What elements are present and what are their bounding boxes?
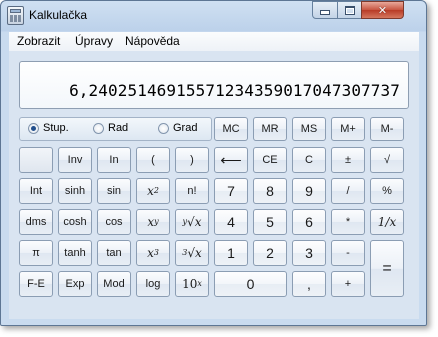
cube-root-index: 3 (182, 247, 188, 257)
calculator-app-icon[interactable] (7, 6, 24, 25)
menu-edit[interactable]: Úpravy (75, 34, 113, 48)
cube-root-var: x (194, 246, 202, 260)
radio-grads-label: Grad (173, 122, 198, 134)
cube-base: x (147, 246, 154, 260)
factorial-button[interactable]: n! (175, 178, 209, 204)
open-paren-button[interactable]: ( (136, 147, 170, 173)
angle-unit-group: Stup. Rad Grad (19, 117, 212, 141)
digit-7-button[interactable]: 7 (214, 178, 248, 204)
clear-entry-button[interactable]: CE (253, 147, 287, 173)
power-exponent: y (154, 216, 159, 226)
memory-clear-button[interactable]: MC (214, 117, 248, 141)
close-paren-button[interactable]: ) (175, 147, 209, 173)
backspace-icon: ⟵ (220, 152, 242, 169)
menu-view[interactable]: Zobrazit (17, 34, 60, 48)
y-root-button[interactable]: y √ x (175, 209, 209, 235)
minimize-button[interactable] (312, 1, 338, 19)
radio-degrees-label: Stup. (43, 122, 69, 134)
plus-button[interactable]: + (331, 271, 365, 297)
radio-degrees-indicator[interactable] (28, 122, 39, 134)
power-button[interactable]: xy (136, 209, 170, 235)
int-button[interactable]: Int (19, 178, 53, 204)
menu-bar: Zobrazit Úpravy Nápověda (9, 32, 419, 51)
memory-subtract-button[interactable]: M- (370, 117, 404, 141)
tanh-button[interactable]: tanh (58, 240, 92, 266)
y-root-var: x (194, 215, 202, 229)
equals-button[interactable]: = (370, 240, 404, 297)
reciprocal-button[interactable]: 1/x (370, 209, 404, 235)
pi-button[interactable]: π (19, 240, 53, 266)
radio-radians[interactable]: Rad (93, 122, 128, 134)
radio-grads[interactable]: Grad (158, 122, 197, 134)
minus-button[interactable]: - (331, 240, 365, 266)
memory-recall-button[interactable]: MR (253, 117, 287, 141)
digit-8-button[interactable]: 8 (253, 178, 287, 204)
dms-button[interactable]: dms (19, 209, 53, 235)
blank-button (19, 147, 53, 173)
digit-1-button[interactable]: 1 (214, 240, 248, 266)
display-value: 6,24025146915571234359017047307737 (69, 81, 400, 100)
fe-button[interactable]: F-E (19, 271, 53, 297)
cube-exponent: 3 (153, 247, 159, 257)
ten-power-button[interactable]: 10 x (175, 271, 209, 297)
y-root-index: y (182, 216, 188, 226)
y-root-sign: √ (187, 215, 195, 229)
digit-0-button[interactable]: 0 (214, 271, 287, 297)
percent-button[interactable]: % (370, 178, 404, 204)
minimize-icon (320, 10, 330, 15)
cube-button[interactable]: x3 (136, 240, 170, 266)
ten-power-base: 10 (182, 277, 198, 291)
digit-2-button[interactable]: 2 (253, 240, 287, 266)
title-bar[interactable]: Kalkulačka ✕ (1, 1, 426, 31)
calculator-window: Kalkulačka ✕ Zobrazit Úpravy Nápověda 6,… (0, 0, 427, 326)
menu-help[interactable]: Nápověda (125, 34, 180, 48)
memory-add-button[interactable]: M+ (331, 117, 365, 141)
close-icon: ✕ (377, 3, 388, 17)
sin-button[interactable]: sin (97, 178, 131, 204)
exp-button[interactable]: Exp (58, 271, 92, 297)
cube-root-button[interactable]: 3 √ x (175, 240, 209, 266)
close-button[interactable]: ✕ (361, 1, 404, 19)
plus-minus-button[interactable]: ± (331, 147, 365, 173)
maximize-icon (344, 5, 355, 15)
cube-root-sign: √ (187, 246, 195, 260)
digit-6-button[interactable]: 6 (292, 209, 326, 235)
square-exponent: 2 (153, 185, 159, 195)
radio-radians-label: Rad (108, 122, 129, 134)
tan-button[interactable]: tan (97, 240, 131, 266)
digit-3-button[interactable]: 3 (292, 240, 326, 266)
digit-5-button[interactable]: 5 (253, 209, 287, 235)
radio-radians-indicator[interactable] (93, 122, 104, 134)
clear-button[interactable]: C (292, 147, 326, 173)
memory-store-button[interactable]: MS (292, 117, 326, 141)
sinh-button[interactable]: sinh (58, 178, 92, 204)
window-title: Kalkulačka (29, 8, 88, 22)
decimal-button[interactable]: , (292, 271, 326, 297)
square-base: x (147, 184, 154, 198)
mod-button[interactable]: Mod (97, 271, 131, 297)
radio-grads-indicator[interactable] (158, 122, 169, 134)
cos-button[interactable]: cos (97, 209, 131, 235)
result-display: 6,24025146915571234359017047307737 (19, 61, 409, 109)
cosh-button[interactable]: cosh (58, 209, 92, 235)
divide-button[interactable]: / (331, 178, 365, 204)
digit-4-button[interactable]: 4 (214, 209, 248, 235)
radio-degrees[interactable]: Stup. (28, 122, 69, 134)
multiply-button[interactable]: * (331, 209, 365, 235)
maximize-button[interactable] (337, 1, 362, 19)
square-root-button[interactable]: √ (370, 147, 404, 173)
digit-9-button[interactable]: 9 (292, 178, 326, 204)
calculator-body: 6,24025146915571234359017047307737 Stup.… (9, 51, 419, 319)
ten-power-exponent: x (197, 278, 202, 288)
backspace-button[interactable]: ⟵ (214, 147, 248, 173)
inverse-button[interactable]: Inv (58, 147, 92, 173)
square-button[interactable]: x2 (136, 178, 170, 204)
ln-button[interactable]: In (97, 147, 131, 173)
log-button[interactable]: log (136, 271, 170, 297)
